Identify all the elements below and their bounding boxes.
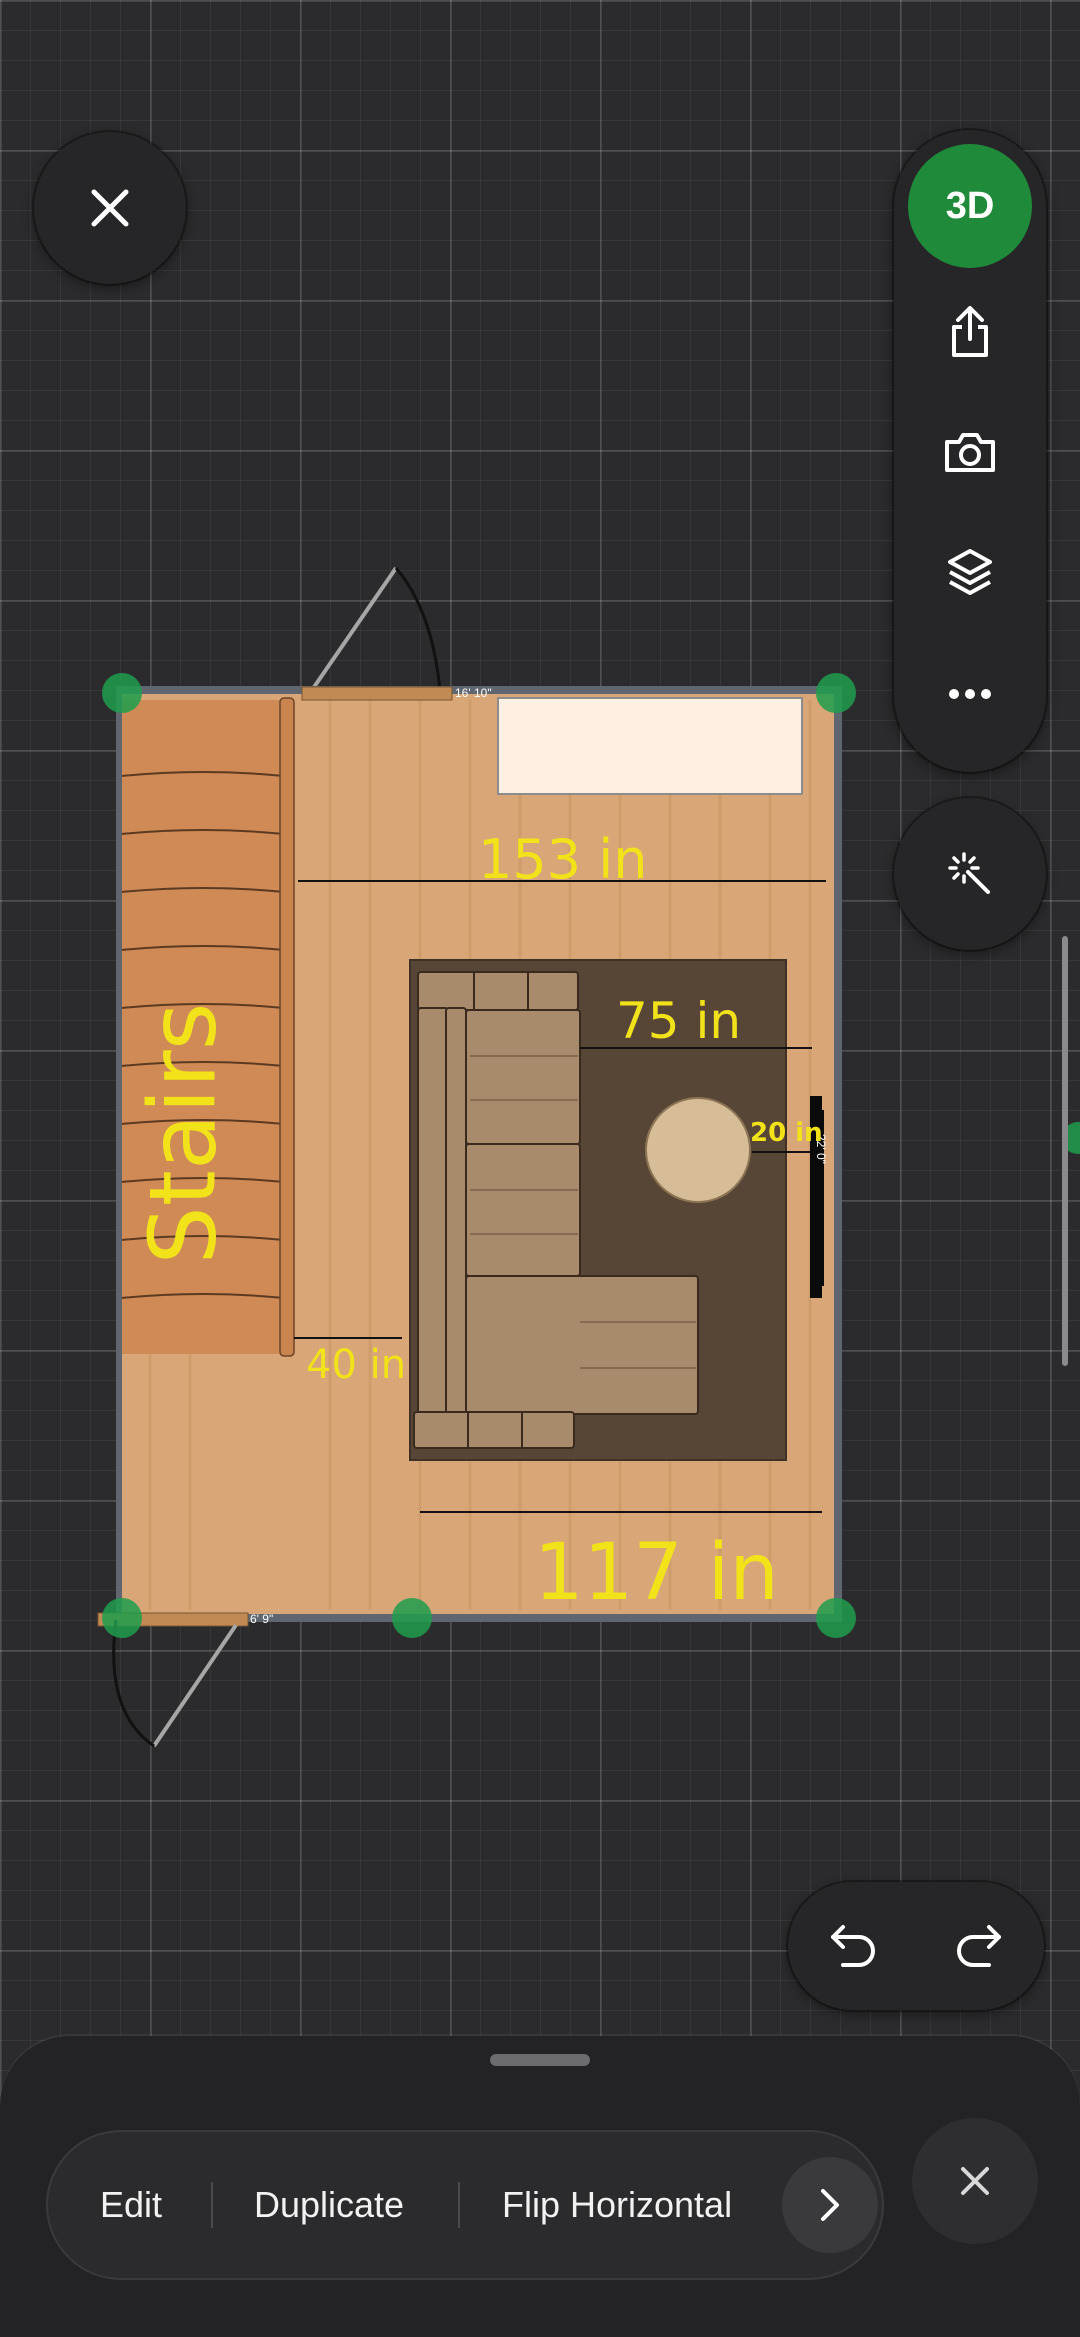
round-coffee-table[interactable]	[645, 1097, 751, 1203]
bottom-door-dimension: 6' 9"	[250, 1612, 274, 1626]
undo-button[interactable]	[822, 1914, 886, 1978]
redo-icon	[957, 1925, 1001, 1967]
close-icon	[91, 189, 129, 227]
action-bar: Edit Duplicate Flip Horizontal	[46, 2130, 884, 2280]
top-door-slab[interactable]	[301, 686, 453, 701]
top-door[interactable]	[310, 566, 442, 692]
edit-button[interactable]: Edit	[100, 2130, 162, 2280]
annotation-117-in: 117 in	[534, 1528, 779, 1618]
annotation-20-in: 20 in	[750, 1118, 823, 1148]
more-actions-button[interactable]	[782, 2157, 878, 2253]
more-button[interactable]	[940, 664, 1000, 724]
layers-button[interactable]	[940, 542, 1000, 602]
sheet-grabber[interactable]	[490, 2054, 590, 2066]
undo-icon	[831, 1925, 875, 1967]
flip-horizontal-button[interactable]: Flip Horizontal	[502, 2130, 732, 2280]
view-3d-button[interactable]: 3D	[908, 144, 1032, 268]
close-icon	[961, 2167, 989, 2195]
more-icon	[949, 689, 991, 699]
layers-icon	[948, 549, 992, 595]
annotation-153-in: 153 in	[478, 828, 648, 891]
magic-wand-icon	[948, 852, 990, 894]
right-toolbar: 3D	[894, 130, 1046, 772]
share-button[interactable]	[940, 302, 1000, 362]
close-button[interactable]	[34, 132, 186, 284]
undo-redo-group	[788, 1882, 1044, 2010]
sheet-close-button[interactable]	[912, 2118, 1038, 2244]
scroll-indicator[interactable]	[1062, 936, 1068, 1366]
stairs-annotation: Stairs	[129, 1002, 237, 1265]
camera-icon	[945, 433, 995, 472]
magic-wand-button[interactable]	[894, 798, 1046, 950]
action-separator	[211, 2182, 213, 2228]
annotation-40-in: 40 in	[306, 1342, 407, 1388]
share-icon	[952, 306, 988, 357]
action-separator	[458, 2182, 460, 2228]
bottom-sheet: Edit Duplicate Flip Horizontal	[0, 2036, 1080, 2337]
camera-button[interactable]	[940, 422, 1000, 482]
white-cabinet[interactable]	[497, 697, 803, 795]
chevron-right-icon	[821, 2189, 839, 2221]
duplicate-button[interactable]: Duplicate	[254, 2130, 404, 2280]
annotation-75-in: 75 in	[616, 992, 742, 1050]
top-door-dimension: 16' 10"	[455, 686, 492, 700]
redo-button[interactable]	[946, 1914, 1010, 1978]
